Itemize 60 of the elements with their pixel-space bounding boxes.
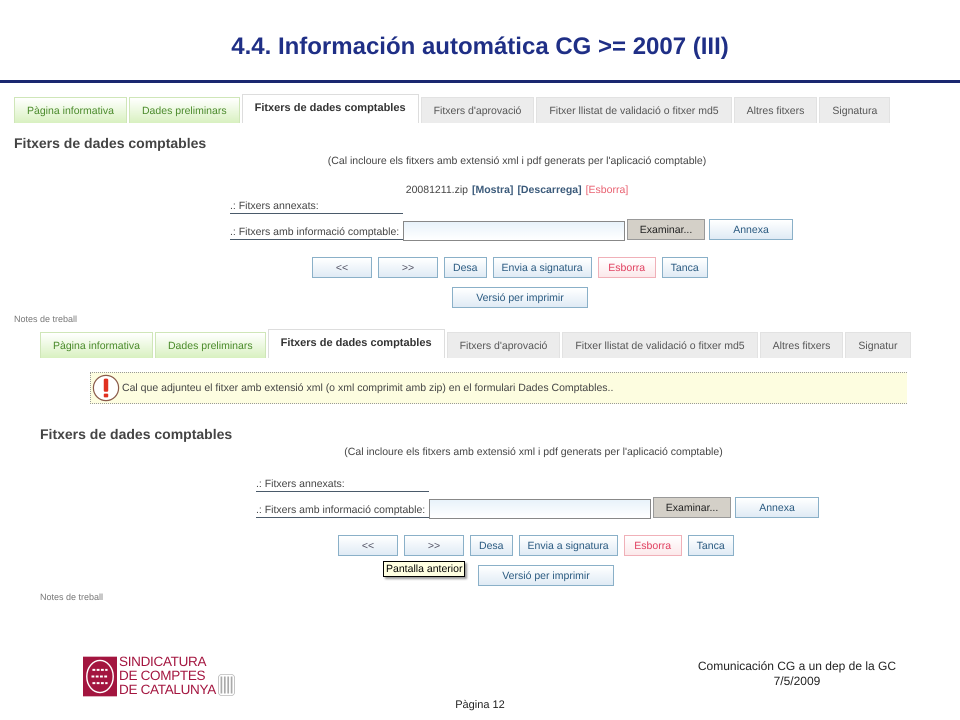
file-input-field[interactable]: [429, 499, 651, 519]
browse-button[interactable]: Examinar...: [653, 497, 731, 518]
field-label: .: Fitxers amb informació comptable:: [230, 226, 403, 240]
tab[interactable]: Fitxers d'aprovació: [420, 97, 534, 123]
action-button[interactable]: Tanca: [662, 257, 708, 278]
action-button[interactable]: <<: [312, 257, 372, 278]
print-button[interactable]: Versió per imprimir: [478, 565, 614, 586]
file-link[interactable]: [Descarrega]: [517, 184, 582, 196]
action-button[interactable]: Envia a signatura: [518, 535, 618, 556]
hint-text: (Cal incloure els fitxers amb extensió xml i pdf generats per l'aplicació comptable): [326, 155, 708, 167]
tab[interactable]: Fitxers de dades comptables: [268, 329, 445, 358]
tooltip: Pantalla anterior: [383, 561, 466, 577]
action-button[interactable]: Envia a signatura: [492, 257, 592, 278]
tab[interactable]: Altres fitxers: [760, 332, 844, 358]
exclamation-icon: [92, 374, 120, 402]
file-input-field[interactable]: [403, 221, 625, 241]
browse-button[interactable]: Examinar...: [627, 219, 705, 240]
logo-text: DE COMPTES: [119, 669, 206, 683]
file-name: 20081211.zip: [406, 184, 468, 196]
tab[interactable]: Dades preliminars: [128, 97, 240, 123]
logo-text: DE CATALUNYA: [119, 683, 216, 697]
tab[interactable]: Fitxers de dades comptables: [242, 94, 419, 123]
section-heading: Fitxers de dades comptables: [40, 426, 234, 442]
attach-button[interactable]: Annexa: [735, 497, 819, 518]
footer-date: 7/5/2009: [772, 674, 822, 689]
tab[interactable]: Signatur: [845, 332, 910, 358]
tab[interactable]: Altres fitxers: [734, 97, 818, 123]
action-button[interactable]: >>: [378, 257, 438, 278]
logo-text: SINDICATURA: [119, 655, 208, 669]
tab[interactable]: Fitxer llistat de validació o fitxer md5: [536, 97, 732, 123]
tab[interactable]: Pàgina informativa: [40, 332, 153, 358]
tab[interactable]: Signatura: [819, 97, 890, 123]
action-button[interactable]: Esborra: [624, 535, 682, 556]
tab[interactable]: Fitxers d'aprovació: [446, 332, 560, 358]
action-button[interactable]: <<: [338, 535, 398, 556]
action-button[interactable]: Desa: [470, 535, 513, 556]
action-button[interactable]: Esborra: [598, 257, 656, 278]
striped-shield-icon: [218, 673, 235, 697]
seal-icon: [83, 656, 117, 696]
section-heading: Fitxers de dades comptables: [14, 135, 208, 151]
file-link[interactable]: [Esborra]: [586, 184, 628, 196]
hint-text: (Cal incloure els fitxers amb extensió xml i pdf generats per l'aplicació comptable): [343, 446, 724, 458]
action-button[interactable]: Tanca: [688, 535, 734, 556]
slide-title: 4.4. Información automática CG >= 2007 (III): [230, 32, 730, 62]
tab[interactable]: Fitxer llistat de validació o fitxer md5: [562, 332, 758, 358]
tab[interactable]: Pàgina informativa: [14, 97, 127, 123]
field-label: .: Fitxers amb informació comptable:: [256, 504, 429, 518]
action-button[interactable]: >>: [404, 535, 464, 556]
field-label: .: Fitxers annexats:: [256, 478, 429, 492]
field-label: .: Fitxers annexats:: [230, 200, 403, 214]
action-button[interactable]: Desa: [444, 257, 487, 278]
footer-caption: Comunicación CG a un dep de la GC: [698, 659, 896, 674]
attach-button[interactable]: Annexa: [709, 219, 793, 240]
notes-label: Notes de treball: [14, 314, 78, 324]
tab[interactable]: Dades preliminars: [154, 332, 266, 358]
notes-label: Notes de treball: [40, 592, 104, 602]
file-link[interactable]: [Mostra]: [472, 184, 514, 196]
warning-text: Cal que adjunteu el fitxer amb extensió xml (o xml comprimit amb zip) en el formulari Dades Comptables..: [122, 382, 614, 394]
page-number: Pàgina 12: [454, 699, 506, 711]
print-button[interactable]: Versió per imprimir: [452, 287, 588, 308]
